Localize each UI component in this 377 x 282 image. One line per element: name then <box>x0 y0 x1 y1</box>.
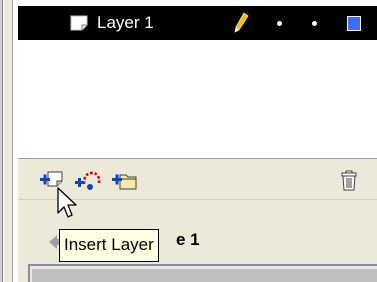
delete-layer-button[interactable] <box>340 170 358 192</box>
layer-outline-color-swatch[interactable] <box>347 16 361 31</box>
insert-layer-folder-button[interactable] <box>112 170 138 192</box>
scene-label[interactable]: e 1 <box>176 229 200 251</box>
mouse-pointer-icon <box>56 187 80 223</box>
stage-area <box>32 268 377 282</box>
pencil-icon <box>233 12 249 34</box>
insert-layer-tooltip: Insert Layer <box>59 229 159 262</box>
layer-list-area <box>18 40 377 158</box>
layer-name[interactable]: Layer 1 <box>97 12 154 34</box>
layer-icon <box>70 15 90 32</box>
window-frame-left <box>0 0 3 282</box>
window-frame-gap <box>4 0 12 282</box>
layer-row[interactable]: Layer 1 <box>18 6 377 40</box>
visibility-dot[interactable] <box>277 21 282 26</box>
lock-dot[interactable] <box>312 21 317 26</box>
